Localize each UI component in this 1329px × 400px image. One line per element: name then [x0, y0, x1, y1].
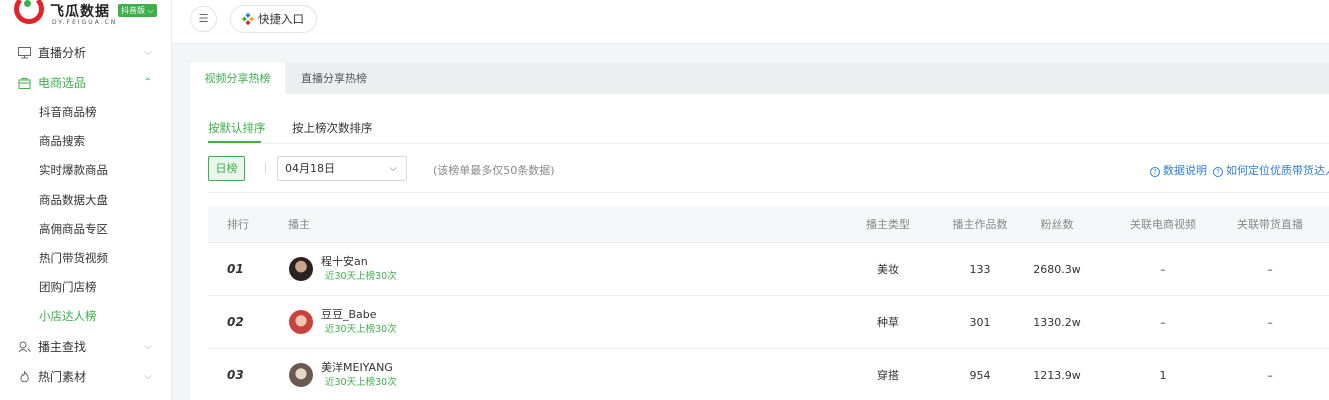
sidebar-subitem-high-commission[interactable]: 高佣商品专区: [0, 215, 172, 244]
divider: [208, 143, 1329, 144]
logo-dot: [24, 0, 31, 7]
column-header-anchor-type: 播主类型: [866, 218, 910, 231]
related-lives: –: [1267, 369, 1273, 382]
table-header: 排行 播主 播主类型 播主作品数 粉丝数 关联电商视频 关联带货直播: [208, 206, 1329, 243]
question-icon: ?: [1150, 167, 1160, 177]
sidebar: 飞瓜数据 抖音版 ⌵ DY.FEIGUA.CN 直播分析 ⌵ 电商选品 ⌃ 抖音…: [0, 0, 172, 400]
anchor-type: 种草: [877, 316, 899, 329]
menu-icon: ☰: [198, 12, 209, 25]
chevron-down-icon: ⌵: [144, 340, 152, 352]
related-lives: –: [1267, 316, 1273, 329]
column-header-fans[interactable]: 粉丝数: [1017, 206, 1097, 243]
anchor-type: 美妆: [877, 263, 899, 276]
table-row[interactable]: 01 程十安an 近30天上榜30次 美妆 133 2680.3w – –: [208, 243, 1329, 296]
avatar[interactable]: [289, 363, 313, 387]
chevron-down-icon: ⌵: [144, 370, 152, 382]
top-bar: ☰ 快捷入口: [172, 0, 1329, 44]
data-limit-hint: (该榜单最多仅50条数据): [433, 164, 555, 177]
divider: [265, 162, 266, 174]
main-tabs: 视频分享热榜 直播分享热榜: [190, 63, 1329, 94]
tab-live-share-ranking[interactable]: 直播分享热榜: [285, 63, 383, 94]
sidebar-subitem-hot-products[interactable]: 实时爆款商品: [0, 156, 172, 185]
chevron-down-icon: ⌵: [144, 47, 152, 58]
date-select-value: 04月18日: [285, 162, 335, 175]
sidebar-item-label: 直播分析: [38, 46, 87, 60]
related-videos: –: [1160, 316, 1166, 329]
sidebar-item-hot-materials[interactable]: 热门素材 ⌵: [0, 362, 172, 392]
quick-entry-button[interactable]: 快捷入口: [230, 5, 317, 33]
divider: [208, 192, 1329, 193]
sidebar-subitem-douyin-products[interactable]: 抖音商品榜: [0, 98, 172, 127]
edition-badge-label: 抖音版: [121, 6, 145, 15]
works-count: 301: [969, 316, 991, 329]
chevron-up-icon: ⌃: [143, 77, 152, 88]
ranking-count: 近30天上榜30次: [325, 271, 397, 282]
works-count: 954: [969, 369, 991, 382]
sidebar-item-ecommerce[interactable]: 电商选品 ⌃: [0, 68, 172, 98]
quick-entry-label: 快捷入口: [258, 12, 304, 26]
find-quality-influencer-label: 如何定位优质带货达人: [1226, 164, 1329, 177]
anchor-type: 穿搭: [877, 369, 899, 382]
rank-number: 03: [227, 368, 244, 382]
column-header-related-lives[interactable]: 关联带货直播: [1220, 206, 1320, 243]
data-description-label: 数据说明: [1163, 164, 1207, 177]
rank-number: 01: [227, 262, 244, 276]
fans-count: 1213.9w: [1033, 369, 1081, 382]
sidebar-subitem-hot-videos[interactable]: 热门带货视频: [0, 244, 172, 273]
fans-count: 1330.2w: [1033, 316, 1081, 329]
fans-count: 2680.3w: [1033, 263, 1081, 276]
column-header-related-videos[interactable]: 关联电商视频: [1113, 206, 1213, 243]
sidebar-item-live-analysis[interactable]: 直播分析 ⌵: [0, 38, 172, 68]
chevron-down-icon: ⌵: [147, 6, 154, 15]
anchor-name[interactable]: 豆豆_Babe: [321, 308, 377, 322]
tab-video-share-ranking[interactable]: 视频分享热榜: [190, 63, 285, 94]
user-search-icon: [18, 341, 31, 352]
avatar[interactable]: [289, 310, 313, 334]
data-description-link[interactable]: ? 数据说明: [1150, 162, 1207, 178]
ranking-count: 近30天上榜30次: [325, 377, 397, 388]
shopping-bag-icon: [18, 78, 31, 89]
daily-ranking-button[interactable]: 日榜: [208, 156, 245, 181]
sidebar-item-anchor-search[interactable]: 播主查找 ⌵: [0, 332, 172, 362]
avatar[interactable]: [289, 257, 313, 281]
rank-number: 02: [227, 315, 244, 329]
anchor-name[interactable]: 美洋MEIYANG: [321, 361, 393, 375]
table-row[interactable]: 03 美洋MEIYANG 近30天上榜30次 穿搭 954 1213.9w 1 …: [208, 349, 1329, 400]
date-select[interactable]: 04月18日 ⌵: [277, 156, 407, 181]
sidebar-subitem-shop-influencers[interactable]: 小店达人榜: [0, 302, 172, 331]
edition-badge[interactable]: 抖音版 ⌵: [118, 4, 157, 17]
sidebar-subitem-product-dashboard[interactable]: 商品数据大盘: [0, 186, 172, 215]
table-row[interactable]: 02 豆豆_Babe 近30天上榜30次 种草 301 1330.2w – –: [208, 296, 1329, 349]
logo-name: 飞瓜数据: [50, 4, 110, 20]
works-count: 133: [969, 263, 991, 276]
flame-icon: [20, 370, 29, 382]
subtab-sort-by-appearances[interactable]: 按上榜次数排序: [292, 120, 373, 136]
sidebar-subitem-product-search[interactable]: 商品搜索: [0, 127, 172, 156]
column-header-works[interactable]: 播主作品数: [940, 206, 1020, 243]
sidebar-subitem-group-stores[interactable]: 团购门店榜: [0, 273, 172, 302]
sidebar-menu: 直播分析 ⌵ 电商选品 ⌃ 抖音商品榜 商品搜索 实时爆款商品 商品数据大盘 高…: [0, 38, 172, 392]
sidebar-item-label: 播主查找: [38, 339, 87, 354]
question-icon: ?: [1213, 167, 1223, 177]
column-header-anchor: 播主: [288, 218, 310, 231]
column-header-rank: 排行: [227, 218, 249, 231]
anchor-name[interactable]: 程十安an: [321, 255, 368, 269]
ranking-panel: 按默认排序 按上榜次数排序 日榜 04月18日 ⌵ (该榜单最多仅50条数据) …: [190, 94, 1329, 400]
sidebar-item-label: 电商选品: [38, 76, 87, 90]
menu-toggle-button[interactable]: ☰: [190, 6, 217, 32]
related-lives: –: [1267, 263, 1273, 276]
monitor-icon: [18, 47, 31, 59]
related-videos: 1: [1159, 369, 1167, 382]
logo-domain: DY.FEIGUA.CN: [52, 19, 118, 26]
subtab-default-sort[interactable]: 按默认排序: [208, 120, 266, 136]
find-quality-influencer-link[interactable]: ? 如何定位优质带货达人: [1213, 162, 1329, 178]
related-videos: –: [1160, 263, 1166, 276]
diamond-grid-icon: [242, 13, 254, 25]
ranking-count: 近30天上榜30次: [325, 324, 397, 335]
chevron-down-icon: ⌵: [389, 163, 397, 174]
sidebar-item-label: 热门素材: [38, 369, 87, 384]
